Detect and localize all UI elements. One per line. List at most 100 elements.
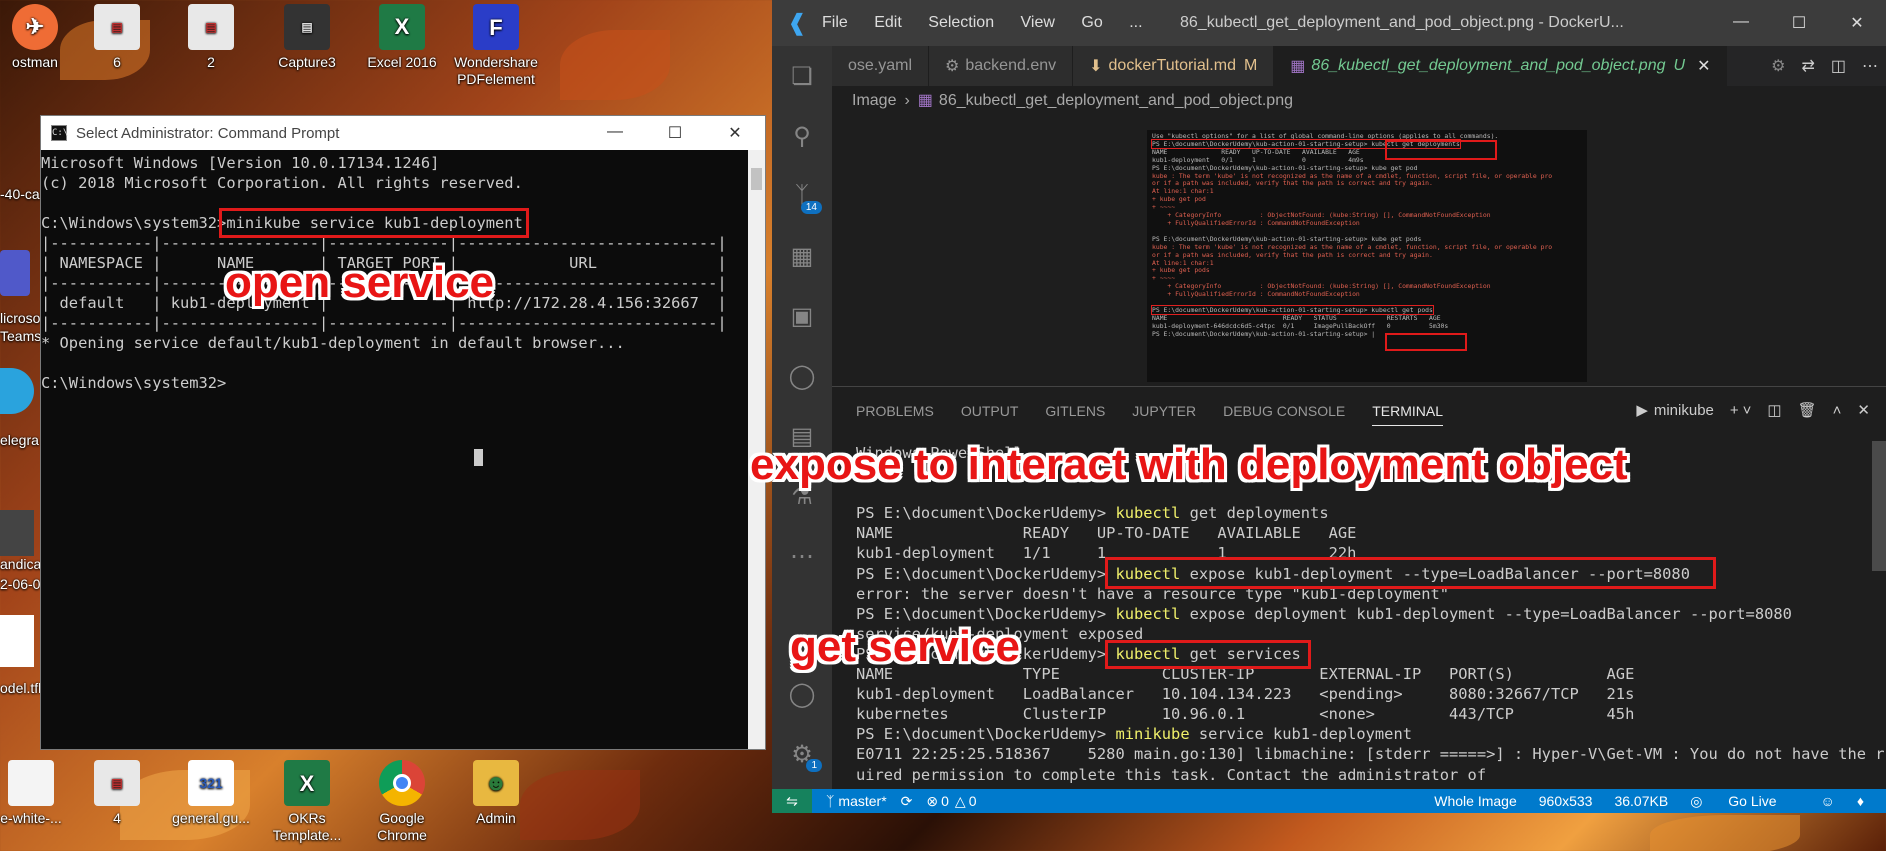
file-icon[interactable] [0, 615, 34, 667]
desktop-edge-label: andica [0, 556, 42, 572]
desktop-icon-2[interactable]: ▤ 2 [164, 0, 258, 70]
error-count[interactable]: 0 [941, 793, 949, 809]
gear-icon[interactable]: ⚙ [1771, 56, 1785, 76]
terminal-text: PS E:\document\DockerUdemy> [856, 504, 1116, 523]
desktop-icon-pdfelement[interactable]: F Wondershare PDFelement [449, 0, 543, 88]
maximize-button[interactable]: ☐ [645, 123, 705, 143]
desktop-icon-4[interactable]: ▤ 4 [70, 756, 164, 826]
desktop-icon-excel[interactable]: X Excel 2016 [355, 0, 449, 70]
close-panel-icon[interactable]: ✕ [1857, 401, 1870, 419]
more-actions-icon[interactable]: ⋯ [1862, 56, 1878, 76]
image-preview[interactable]: Use "kubectl options" for a list of glob… [1147, 130, 1587, 382]
terminal-output[interactable]: Windows PowerShell PS E:\document\DockerU… [856, 443, 1885, 785]
wallpaper-leaf [560, 30, 670, 100]
menu-more[interactable]: ... [1129, 14, 1142, 31]
extensions-icon[interactable]: ▦ [772, 226, 832, 286]
annotation-box-preview-pods [1385, 333, 1467, 351]
terminal-scrollbar[interactable] [1872, 441, 1886, 571]
zoom-mode[interactable]: Whole Image [1434, 793, 1516, 810]
breadcrumb-item[interactable]: Image [852, 92, 896, 109]
menu-edit[interactable]: Edit [874, 14, 902, 31]
trash-icon[interactable]: 🗑 [1798, 401, 1817, 419]
remote-explorer-icon[interactable]: ▣ [772, 286, 832, 346]
panel-tab-jupyter[interactable]: JUPYTER [1132, 403, 1196, 419]
cmd-titlebar[interactable]: C:\ Select Administrator: Command Prompt… [41, 116, 765, 150]
cmd-line: C:\Windows\system32> [41, 374, 227, 392]
feedback-icon[interactable]: ☺ [1821, 793, 1835, 810]
chevron-up-icon[interactable]: ˄ [1833, 402, 1842, 419]
search-icon[interactable]: ⚲ [772, 106, 832, 166]
menu-view[interactable]: View [1021, 14, 1055, 31]
menu-selection[interactable]: Selection [928, 14, 994, 31]
desktop-icon-okrs[interactable]: X OKRs Template... [260, 756, 354, 844]
desktop-icon-general[interactable]: 321 general.gu... [164, 756, 258, 826]
preview-line: or if a path was included, verify that t… [1152, 179, 1433, 188]
go-live-button[interactable]: ◎ Go Live [1690, 793, 1798, 810]
go-live-label: Go Live [1728, 792, 1777, 809]
close-button[interactable]: ✕ [1828, 13, 1886, 33]
tab-docker-tutorial[interactable]: ⬇ dockerTutorial.md M [1073, 46, 1275, 86]
account-icon[interactable]: ◯ [772, 664, 832, 724]
close-button[interactable]: ✕ [705, 123, 765, 143]
panel-tab-output[interactable]: OUTPUT [961, 403, 1019, 419]
close-tab-icon[interactable]: ✕ [1697, 56, 1710, 76]
error-icon: ⊗ [926, 792, 939, 809]
minimize-button[interactable]: — [1712, 13, 1770, 33]
remote-icon[interactable]: ⇋ [772, 789, 812, 813]
image-file-icon[interactable] [0, 510, 34, 556]
desktop-icon-e-white[interactable]: e-white-... [0, 756, 78, 826]
explorer-icon[interactable]: ❏ [772, 46, 832, 106]
panel-tab-terminal[interactable]: TERMINAL [1372, 403, 1444, 426]
settings-badge: 1 [806, 759, 822, 772]
desktop-icon-label: Google Chrome [377, 810, 427, 843]
terminal-name[interactable]: minikube [1654, 402, 1714, 419]
chevron-right-icon: › [904, 92, 910, 109]
tab-backend-env[interactable]: ⚙ backend.env [929, 46, 1074, 86]
panel-tab-debug-console[interactable]: DEBUG CONSOLE [1223, 403, 1345, 419]
tab-label: ose.yaml [848, 57, 913, 74]
broadcast-icon: ◎ [1690, 792, 1707, 809]
bell-icon[interactable]: ♦ [1857, 793, 1864, 810]
compare-icon[interactable]: ⇄ [1801, 56, 1814, 76]
telegram-icon[interactable] [0, 368, 34, 414]
panel-tab-gitlens[interactable]: GITLENS [1045, 403, 1105, 419]
desktop-icon-admin[interactable]: ☻ Admin [449, 756, 543, 826]
tab-label: 86_kubectl_get_deployment_and_pod_object… [1311, 57, 1666, 74]
menu-go[interactable]: Go [1081, 14, 1102, 31]
source-control-icon[interactable]: ᛉ 14 [772, 166, 832, 226]
desktop-icon-chrome[interactable]: Google Chrome [355, 756, 449, 844]
vscode-logo-icon: ❰ [787, 10, 807, 35]
new-terminal-icon[interactable]: + [1730, 402, 1739, 419]
tab-kubectl-image[interactable]: ▦ 86_kubectl_get_deployment_and_pod_objec… [1274, 46, 1728, 86]
breadcrumb-item[interactable]: 86_kubectl_get_deployment_and_pod_object… [939, 92, 1293, 109]
preview-line: + ~~~~ [1152, 274, 1176, 283]
vscode-window[interactable]: ❰ File Edit Selection View Go ... 86_kub… [772, 0, 1886, 813]
desktop-edge-label: licroso [0, 310, 41, 326]
chevron-down-icon[interactable]: ˅ [1743, 402, 1752, 419]
vscode-titlebar[interactable]: ❰ File Edit Selection View Go ... 86_kub… [772, 0, 1886, 46]
desktop-icon-label: general.gu... [172, 810, 250, 826]
scrollbar-thumb[interactable] [751, 168, 762, 190]
minimize-button[interactable]: — [585, 123, 645, 143]
status-bar: ⇋ ᛉ master* ⟳ ⊗ 0 △ 0 Whole Image 960x53… [772, 789, 1886, 813]
image-dimensions: 960x533 [1538, 792, 1593, 809]
split-editor-icon[interactable]: ◫ [1831, 56, 1846, 76]
panel-tab-problems[interactable]: PROBLEMS [856, 403, 934, 419]
teams-icon[interactable] [0, 250, 30, 296]
gitlens-icon[interactable]: ◯ [772, 346, 832, 406]
tab-compose-yaml[interactable]: ose.yaml [832, 46, 930, 86]
preview-line: NAME READY STATUS RESTARTS AGE [1152, 313, 1441, 322]
menu-file[interactable]: File [822, 14, 848, 31]
modified-indicator: M [1243, 57, 1258, 74]
sync-icon[interactable]: ⟳ [901, 793, 913, 810]
desktop-icon-capture3[interactable]: ▤ Capture3 [260, 0, 354, 70]
editor-tabs: ose.yaml ⚙ backend.env ⬇ dockerTutorial.md… [832, 46, 1886, 86]
maximize-button[interactable]: ☐ [1770, 13, 1828, 33]
more-icon[interactable]: ⋯ [772, 526, 832, 586]
warning-count[interactable]: 0 [969, 793, 977, 809]
branch-name[interactable]: master* [838, 793, 886, 809]
settings-gear-icon[interactable]: ⚙ 1 [772, 724, 832, 784]
terminal-text: kubernetes ClusterIP 10.96.0.1 <none> 44… [856, 705, 1635, 724]
desktop-icon-6[interactable]: ▤ 6 [70, 0, 164, 70]
split-terminal-icon[interactable]: ◫ [1767, 401, 1781, 419]
